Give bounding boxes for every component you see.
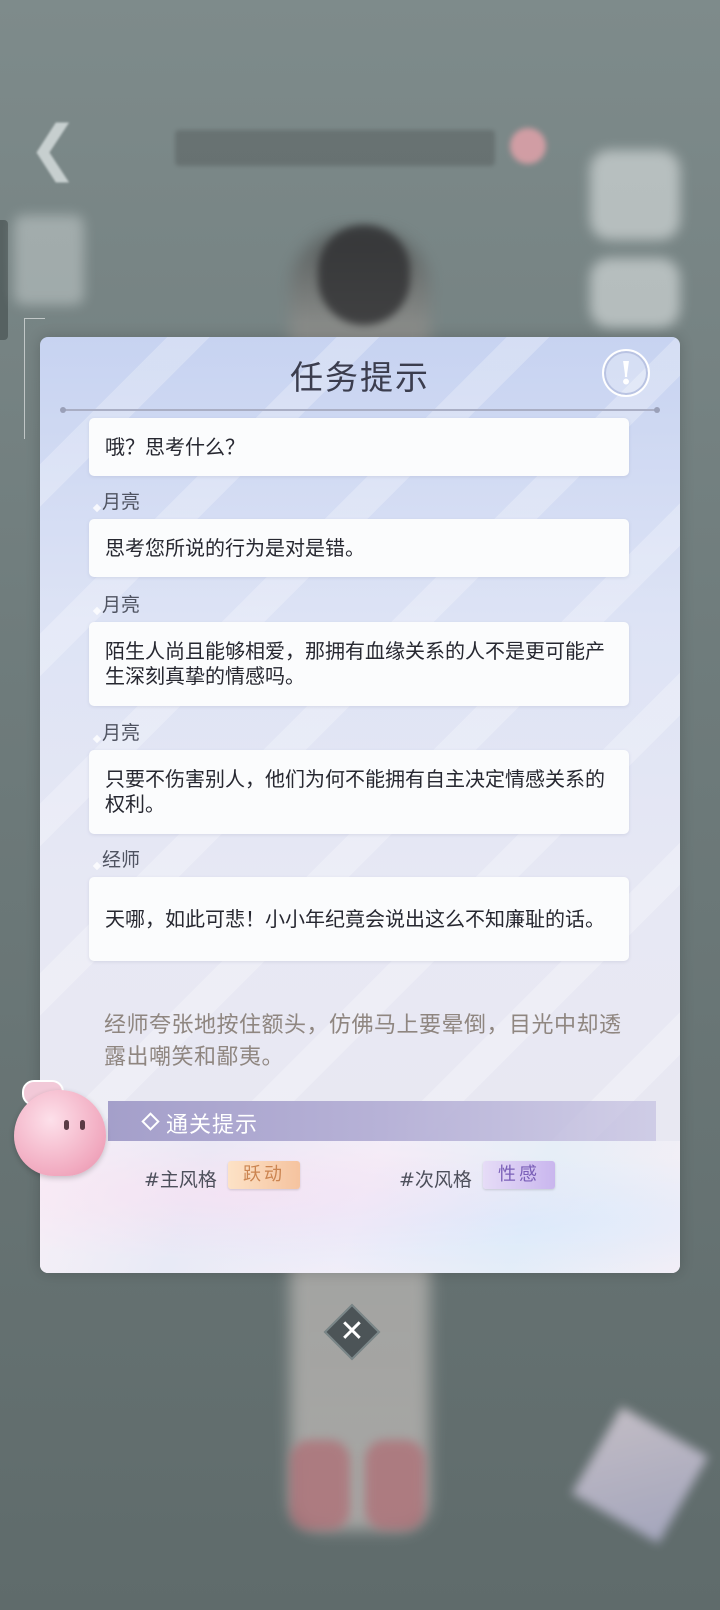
message-text: 思考您所说的行为是对是错。 (105, 535, 365, 560)
background-character-head (318, 225, 410, 325)
background-avatar (590, 150, 680, 240)
task-hint-dialog: 任务提示 ! 哦？思考什么？ 月亮 思考您所说的行为是对是错。 月亮 陌生人尚且… (40, 337, 680, 1273)
message-bubble: 哦？思考什么？ (89, 418, 629, 476)
message-bubble: 天哪，如此可悲！小小年纪竟会说出这么不知廉耻的话。 (89, 877, 629, 961)
mascot-icon[interactable] (14, 1090, 106, 1176)
narration-text: 经师夸张地按住额头，仿佛马上要晕倒，目光中却透露出嘲笑和鄙夷。 (104, 1013, 622, 1070)
hint-content: #主风格 跃动 #次风格 性感 (40, 1141, 680, 1273)
message-bubble: 只要不伤害别人，他们为何不能拥有自主决定情感关系的权利。 (89, 750, 629, 834)
main-style-label: #主风格 (144, 1169, 217, 1191)
back-arrow-icon: ❮ (28, 113, 79, 183)
exclamation-icon[interactable]: ! (602, 349, 650, 397)
message-bubble: 陌生人尚且能够相爱，那拥有血缘关系的人不是更可能产生深刻真挚的情感吗。 (89, 622, 629, 706)
message-text: 哦？思考什么？ (105, 434, 245, 459)
sub-style-badge: 性感 (483, 1161, 555, 1189)
message-text: 天哪，如此可悲！小小年纪竟会说出这么不知廉耻的话。 (105, 906, 605, 931)
side-tab (0, 220, 8, 340)
speaker-name: 经师 (102, 845, 140, 872)
dialog-title: 任务提示 (290, 358, 430, 397)
main-style-badge: 跃动 (228, 1161, 300, 1189)
close-icon[interactable]: ✕ (332, 1312, 372, 1352)
sub-style-label: #次风格 (399, 1169, 472, 1191)
background-avatar (590, 258, 680, 328)
hint-header: 通关提示 (108, 1101, 656, 1141)
message-text: 只要不伤害别人，他们为何不能拥有自主决定情感关系的权利。 (105, 767, 605, 816)
background-cube-icon (571, 1406, 709, 1544)
background-badge (510, 128, 546, 164)
message-bubble: 思考您所说的行为是对是错。 (89, 519, 629, 577)
message-text: 陌生人尚且能够相爱，那拥有血缘关系的人不是更可能产生深刻真挚的情感吗。 (105, 639, 605, 688)
speaker-name: 月亮 (102, 487, 140, 514)
background-left-item (14, 215, 84, 305)
mascot-eye (80, 1120, 85, 1130)
background-shoe (365, 1440, 425, 1530)
mascot-eye (64, 1120, 69, 1130)
hint-title: 通关提示 (166, 1113, 259, 1138)
background-top-bar (175, 130, 495, 166)
background-shoe (290, 1440, 350, 1530)
title-divider (60, 407, 660, 413)
diamond-icon (141, 1112, 160, 1131)
speaker-name: 月亮 (102, 718, 140, 745)
speaker-name: 月亮 (102, 590, 140, 617)
